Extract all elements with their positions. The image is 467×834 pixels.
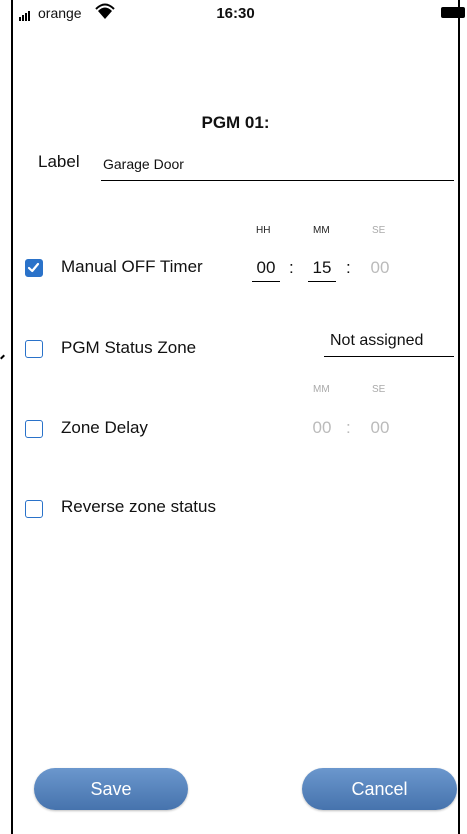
delay-header-mm: MM (313, 384, 330, 395)
pgm-status-zone-select[interactable]: Not assigned (330, 332, 423, 350)
timer-seconds-input[interactable]: 00 (367, 258, 393, 278)
timer-header-se: SE (372, 225, 386, 236)
pgm-status-zone-checkbox[interactable] (25, 340, 43, 358)
checkmark-icon (27, 262, 40, 273)
timer-separator: : (346, 258, 351, 277)
pgm-status-zone-underline (324, 356, 454, 357)
zone-delay-checkbox[interactable] (25, 420, 43, 438)
timer-minutes-input[interactable]: 15 (309, 258, 335, 278)
timer-hours-underline (252, 281, 280, 282)
battery-icon (441, 7, 465, 18)
reverse-zone-status-label: Reverse zone status (61, 497, 216, 516)
timer-header-mm: MM (313, 225, 330, 236)
label-input[interactable]: Garage Door (103, 156, 184, 172)
status-time: 16:30 (216, 5, 255, 22)
manual-off-timer-label: Manual OFF Timer (61, 257, 203, 276)
delay-header-se: SE (372, 384, 386, 395)
label-input-underline (101, 180, 454, 181)
timer-header-hh: HH (256, 225, 271, 236)
stray-mark (0, 354, 5, 360)
reverse-zone-status-checkbox[interactable] (25, 500, 43, 518)
save-button[interactable]: Save (34, 768, 188, 810)
delay-separator: : (346, 418, 351, 437)
pgm-status-zone-label: PGM Status Zone (61, 338, 197, 357)
timer-hours-input[interactable]: 00 (253, 258, 279, 278)
timer-separator: : (289, 258, 294, 277)
page-title: PGM 01: (201, 113, 270, 132)
cancel-button[interactable]: Cancel (302, 768, 457, 810)
zone-delay-label: Zone Delay (61, 418, 148, 437)
status-bar: orange 16:30 (13, 0, 465, 40)
label-caption: Label (38, 152, 80, 171)
manual-off-timer-checkbox[interactable] (25, 259, 43, 277)
delay-minutes-input[interactable]: 00 (309, 418, 335, 438)
delay-seconds-input[interactable]: 00 (367, 418, 393, 438)
timer-minutes-underline (308, 281, 336, 282)
frame-right-border (458, 0, 460, 834)
